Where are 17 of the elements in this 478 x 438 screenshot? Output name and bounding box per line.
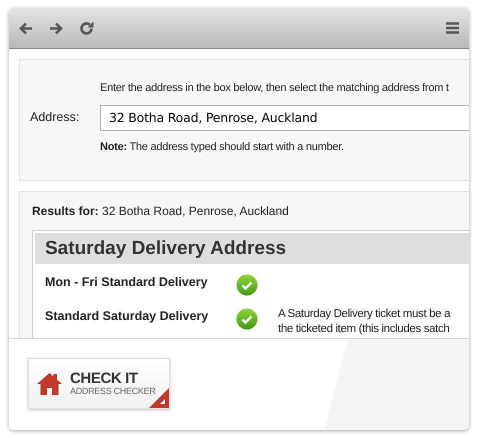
address-field[interactable]: 32 Botha Road, Penrose, Auckland xyxy=(100,104,469,130)
details-text: the ticketed item (this includes satch xyxy=(278,322,450,337)
badge-title: CHECK IT xyxy=(70,370,139,386)
details-text: A Saturday Delivery ticket must be a xyxy=(278,306,452,322)
address-label: Address: xyxy=(29,109,80,126)
reload-icon[interactable] xyxy=(79,20,94,36)
badge-subtitle: ADDRESS CHECKER xyxy=(70,386,156,396)
table-title: Saturday Delivery Address xyxy=(35,233,469,264)
results-label: Results for: xyxy=(32,204,99,218)
note-text: Note: The address typed should start with a number. xyxy=(100,140,345,154)
forward-icon[interactable] xyxy=(49,22,63,34)
check-it-button[interactable]: CHECK IT ADDRESS CHECKER xyxy=(28,358,170,409)
menu-icon[interactable] xyxy=(446,22,459,34)
results-query: 32 Botha Road, Penrose, Auckland xyxy=(102,204,289,218)
back-icon[interactable] xyxy=(19,22,33,34)
instruction-text: Enter the address in the box below, then select the matching address from t xyxy=(100,81,450,96)
house-icon xyxy=(37,372,62,394)
